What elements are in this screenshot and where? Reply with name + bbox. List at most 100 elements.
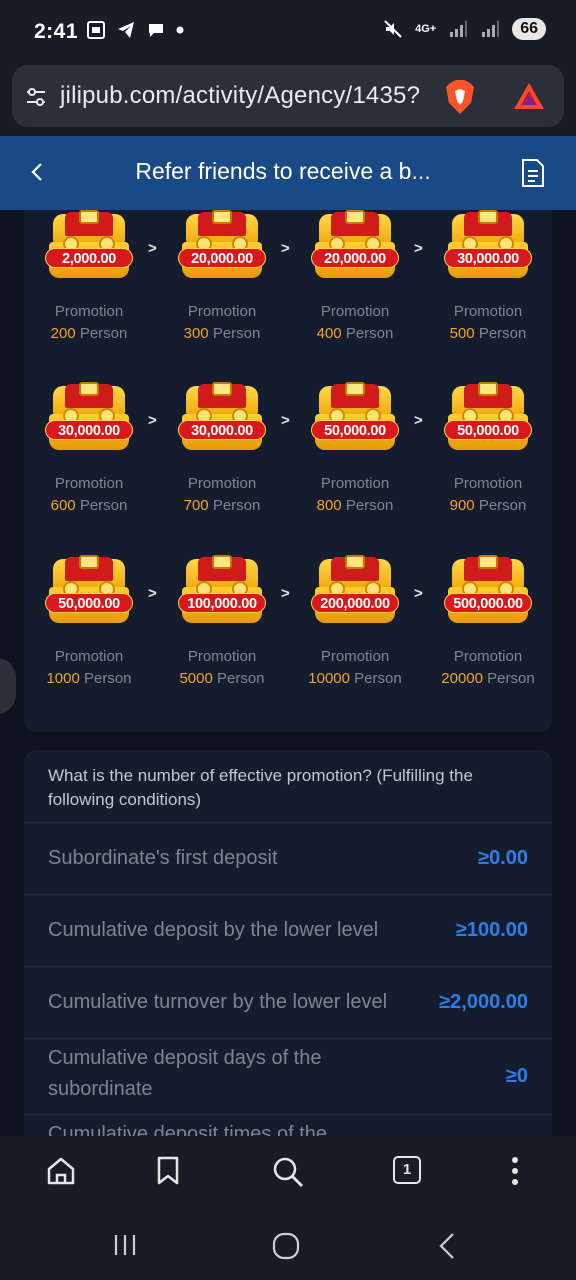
brave-shield-icon[interactable]	[444, 79, 476, 115]
person-count: 300	[183, 325, 209, 342]
person-count: 20000	[441, 670, 483, 687]
person-count: 5000	[179, 670, 213, 687]
next-tier-arrow: >	[414, 412, 423, 429]
promotion-count: 900 Person	[432, 497, 544, 514]
promotion-label: Promotion	[54, 648, 124, 665]
promotion-label: Promotion	[320, 303, 390, 320]
promotion-count: 400 Person	[299, 325, 411, 342]
page-title: Refer friends to receive a b...	[135, 158, 431, 184]
reward-tier: 100,000.00 Promotion 5000 Person	[166, 555, 278, 705]
mute-icon	[384, 20, 402, 38]
condition-row: Cumulative deposit by the lower level ≥10…	[24, 894, 552, 966]
treasure-chest-icon: 30,000.00	[178, 382, 266, 454]
condition-value: ≥0.00	[478, 847, 528, 869]
url-text[interactable]: jilipub.com/activity/Agency/1435?	[60, 82, 420, 110]
person-count: 200	[50, 325, 76, 342]
reward-tier: 30,000.00 Promotion 600 Person	[33, 382, 145, 532]
page-content[interactable]: 2,000.00 Promotion 200 Person >20,000.00 Pro…	[0, 210, 576, 1136]
promotion-count: 1000 Person	[33, 670, 145, 687]
url-bar[interactable]: jilipub.com/activity/Agency/1435?	[12, 65, 564, 127]
status-system-icons: 4G+ 66	[383, 18, 546, 40]
promotion-label: Promotion	[320, 648, 390, 665]
condition-value: ≥100.00	[455, 919, 528, 941]
person-unit: Person	[79, 325, 128, 342]
page-header: Refer friends to receive a b...	[0, 136, 576, 210]
person-unit: Person	[79, 497, 128, 514]
treasure-chest-icon: 200,000.00	[311, 555, 399, 627]
person-count: 600	[50, 497, 76, 514]
reward-tier: 50,000.00 Promotion 900 Person	[432, 382, 544, 532]
bookmark-icon[interactable]	[156, 1156, 180, 1186]
promotion-label: Promotion	[187, 475, 257, 492]
person-count: 700	[183, 497, 209, 514]
promotion-label: Promotion	[453, 475, 523, 492]
promotion-count: 800 Person	[299, 497, 411, 514]
home-button-icon[interactable]	[272, 1232, 300, 1260]
condition-label: Cumulative turnover by the lower level	[48, 991, 388, 1013]
person-unit: Person	[345, 325, 394, 342]
person-count: 1000	[46, 670, 80, 687]
person-count: 400	[316, 325, 342, 342]
promotion-count: 500 Person	[432, 325, 544, 342]
person-unit: Person	[487, 670, 535, 687]
next-tier-arrow: >	[148, 585, 157, 602]
reward-amount: 50,000.00	[444, 420, 532, 440]
promotion-label: Promotion	[54, 303, 124, 320]
signal-icon	[450, 21, 468, 37]
home-icon[interactable]	[46, 1156, 76, 1186]
reward-tier: 30,000.00 Promotion 500 Person	[432, 210, 544, 360]
condition-value: ≥2,000.00	[439, 991, 528, 1013]
promotion-label: Promotion	[320, 475, 390, 492]
telegram-icon	[118, 22, 134, 38]
reward-tier: 500,000.00 Promotion 20000 Person	[432, 555, 544, 705]
promotion-label: Promotion	[54, 475, 124, 492]
site-settings-icon[interactable]	[24, 85, 48, 109]
promotion-label: Promotion	[187, 303, 257, 320]
back-button-icon[interactable]	[438, 1232, 456, 1260]
promotion-count: 5000 Person	[166, 670, 278, 687]
reward-tier: 2,000.00 Promotion 200 Person	[33, 210, 145, 360]
person-count: 900	[449, 497, 475, 514]
reward-tier: 30,000.00 Promotion 700 Person	[166, 382, 278, 532]
next-tier-arrow: >	[281, 412, 290, 429]
promotion-count: 700 Person	[166, 497, 278, 514]
system-navigation-bar	[0, 1210, 576, 1280]
treasure-chest-icon: 2,000.00	[45, 210, 133, 282]
person-unit: Person	[212, 325, 261, 342]
condition-row: Cumulative turnover by the lower level ≥2…	[24, 966, 552, 1038]
recent-apps-icon[interactable]	[112, 1232, 138, 1258]
bat-rewards-icon[interactable]	[512, 81, 546, 111]
signal-icon-2	[482, 21, 500, 37]
reward-tier: 200,000.00 Promotion 10000 Person	[299, 555, 411, 705]
treasure-chest-icon: 100,000.00	[178, 555, 266, 627]
chat-icon	[149, 24, 163, 37]
rules-document-icon[interactable]	[520, 158, 546, 188]
treasure-chest-icon: 30,000.00	[444, 210, 532, 282]
person-count: 800	[316, 497, 342, 514]
next-tier-arrow: >	[148, 240, 157, 257]
treasure-chest-icon: 20,000.00	[311, 210, 399, 282]
tabs-button[interactable]: 1	[393, 1156, 421, 1184]
promotion-label: Promotion	[453, 648, 523, 665]
reward-amount: 20,000.00	[178, 248, 266, 268]
reward-amount: 500,000.00	[444, 593, 532, 613]
person-unit: Person	[354, 670, 402, 687]
next-tier-arrow: >	[148, 412, 157, 429]
status-time: 2:41	[34, 20, 79, 43]
next-tier-arrow: >	[281, 585, 290, 602]
screenshot-icon	[87, 21, 105, 39]
search-icon[interactable]	[272, 1156, 304, 1188]
conditions-question: What is the number of effective promotio…	[48, 766, 473, 809]
promotion-label: Promotion	[453, 303, 523, 320]
promotion-count: 600 Person	[33, 497, 145, 514]
treasure-chest-icon: 50,000.00	[45, 555, 133, 627]
treasure-chest-icon: 50,000.00	[444, 382, 532, 454]
person-unit: Person	[345, 497, 394, 514]
condition-row: Cumulative deposit times of the	[24, 1114, 552, 1136]
floating-handle[interactable]	[0, 658, 16, 714]
reward-tier: 20,000.00 Promotion 300 Person	[166, 210, 278, 360]
reward-amount: 20,000.00	[311, 248, 399, 268]
reward-amount: 2,000.00	[45, 248, 133, 268]
more-menu-icon[interactable]	[510, 1156, 520, 1186]
dot-icon	[176, 26, 184, 34]
